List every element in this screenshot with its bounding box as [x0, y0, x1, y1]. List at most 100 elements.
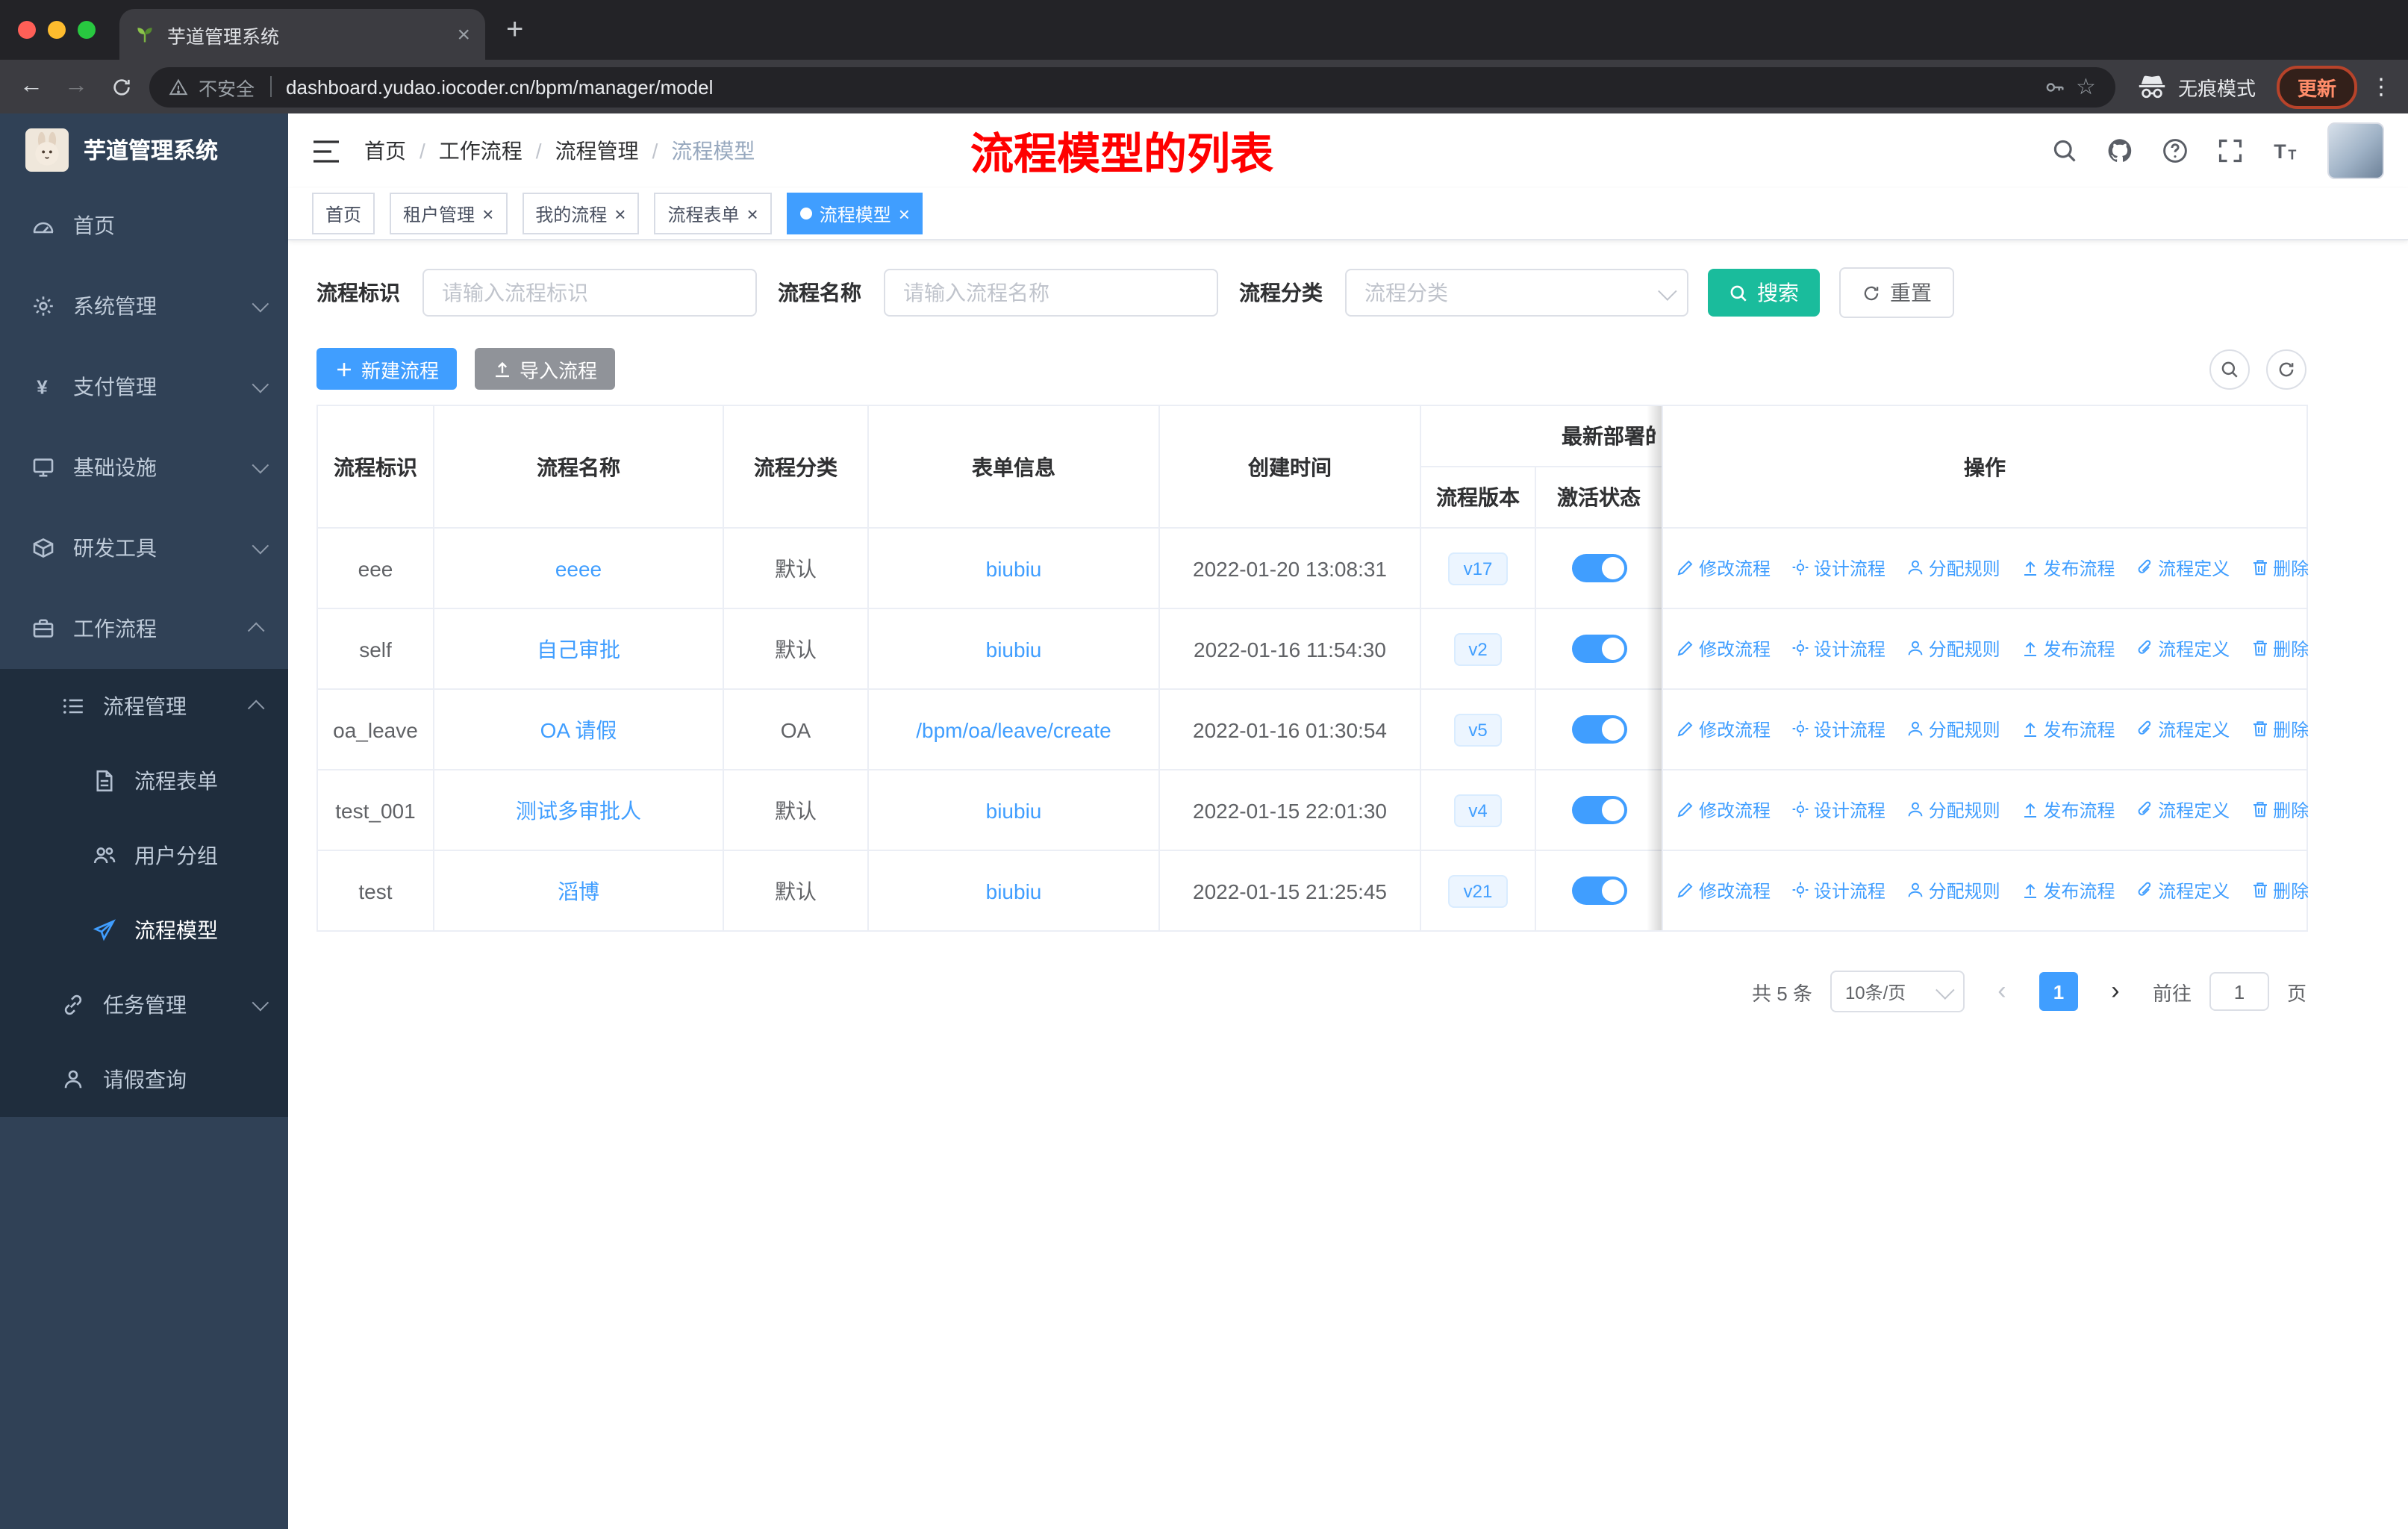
search-button[interactable]: 搜索 [1708, 269, 1820, 317]
model-name-link[interactable]: OA 请假 [540, 717, 617, 741]
new-tab-button[interactable]: + [506, 15, 523, 45]
url-text[interactable]: dashboard.yudao.iocoder.cn/bpm/manager/m… [286, 75, 713, 98]
delete-link[interactable]: 删除 [2251, 878, 2309, 903]
version-badge[interactable]: v21 [1448, 874, 1508, 907]
form-info-link[interactable]: biubiu [986, 798, 1042, 822]
tag-close-icon[interactable]: × [899, 204, 910, 223]
toggle-search-button[interactable] [2209, 349, 2250, 389]
tab-close-icon[interactable]: × [457, 23, 470, 46]
delete-link[interactable]: 删除 [2251, 717, 2309, 742]
security-label[interactable]: 不安全 [199, 72, 255, 101]
font-size-icon[interactable]: TT [2272, 137, 2299, 164]
version-badge[interactable]: v17 [1448, 552, 1508, 585]
process-category-select[interactable]: 流程分类 [1345, 269, 1688, 317]
sidebar-item-dev-tools[interactable]: 研发工具 [0, 508, 288, 588]
tag-close-icon[interactable]: × [614, 204, 626, 223]
sidebar-item-leave-query[interactable]: 请假查询 [0, 1042, 288, 1117]
import-process-button[interactable]: 导入流程 [475, 348, 616, 390]
tag-process-form[interactable]: 流程表单 × [654, 193, 772, 234]
forward-button[interactable]: → [60, 73, 93, 100]
assign-rule-link[interactable]: 分配规则 [1906, 636, 2000, 661]
process-definition-link[interactable]: 流程定义 [2136, 797, 2230, 823]
publish-process-link[interactable]: 发布流程 [2021, 555, 2115, 581]
version-badge[interactable]: v5 [1453, 713, 1503, 746]
sidebar-item-system-management[interactable]: 系统管理 [0, 266, 288, 346]
tag-process-model[interactable]: 流程模型 × [786, 193, 923, 234]
design-process-link[interactable]: 设计流程 [1791, 636, 1885, 661]
modify-process-link[interactable]: 修改流程 [1676, 555, 1771, 581]
model-name-link[interactable]: eeee [555, 556, 602, 580]
process-definition-link[interactable]: 流程定义 [2136, 636, 2230, 661]
process-name-input[interactable] [884, 269, 1218, 317]
sidebar-item-payment-management[interactable]: ¥ 支付管理 [0, 346, 288, 427]
goto-page-input[interactable] [2209, 972, 2269, 1011]
breadcrumb-item[interactable]: 工作流程 [439, 136, 523, 166]
assign-rule-link[interactable]: 分配规则 [1906, 878, 2000, 903]
version-badge[interactable]: v2 [1453, 632, 1503, 665]
help-icon[interactable] [2162, 137, 2189, 164]
model-name-link[interactable]: 测试多审批人 [516, 798, 641, 822]
form-info-link[interactable]: /bpm/oa/leave/create [916, 717, 1111, 741]
sidebar-item-home[interactable]: 首页 [0, 185, 288, 266]
tag-home[interactable]: 首页 [312, 193, 375, 234]
browser-menu-icon[interactable]: ⋮ [2369, 73, 2393, 100]
publish-process-link[interactable]: 发布流程 [2021, 878, 2115, 903]
status-toggle[interactable] [1571, 876, 1626, 905]
sidebar-toggle-icon[interactable] [312, 138, 340, 164]
refresh-table-button[interactable] [2266, 349, 2306, 389]
tag-close-icon[interactable]: × [482, 204, 493, 223]
github-icon[interactable] [2106, 137, 2133, 164]
version-badge[interactable]: v4 [1453, 794, 1503, 826]
window-zoom-button[interactable] [78, 21, 96, 39]
assign-rule-link[interactable]: 分配规则 [1906, 717, 2000, 742]
sidebar-item-process-form[interactable]: 流程表单 [0, 744, 288, 818]
reload-button[interactable] [105, 75, 137, 98]
modify-process-link[interactable]: 修改流程 [1676, 878, 1771, 903]
page-size-select[interactable]: 10条/页 [1830, 971, 1965, 1012]
publish-process-link[interactable]: 发布流程 [2021, 636, 2115, 661]
browser-tab[interactable]: 芋道管理系统 × [119, 9, 485, 60]
reset-button[interactable]: 重置 [1839, 267, 1954, 318]
design-process-link[interactable]: 设计流程 [1791, 555, 1885, 581]
assign-rule-link[interactable]: 分配规则 [1906, 797, 2000, 823]
delete-link[interactable]: 删除 [2251, 797, 2309, 823]
window-close-button[interactable] [18, 21, 36, 39]
tag-my-process[interactable]: 我的流程 × [522, 193, 640, 234]
next-page-button[interactable]: › [2096, 972, 2135, 1011]
assign-rule-link[interactable]: 分配规则 [1906, 555, 2000, 581]
breadcrumb-item[interactable]: 首页 [364, 136, 406, 166]
model-name-link[interactable]: 滔博 [558, 879, 599, 903]
back-button[interactable]: ← [15, 73, 48, 100]
search-icon[interactable] [2051, 137, 2078, 164]
form-info-link[interactable]: biubiu [986, 879, 1042, 903]
design-process-link[interactable]: 设计流程 [1791, 797, 1885, 823]
update-button[interactable]: 更新 [2276, 65, 2357, 108]
process-definition-link[interactable]: 流程定义 [2136, 878, 2230, 903]
tag-tenant-management[interactable]: 租户管理 × [390, 193, 508, 234]
publish-process-link[interactable]: 发布流程 [2021, 797, 2115, 823]
breadcrumb-item[interactable]: 流程管理 [555, 136, 639, 166]
page-number-button[interactable]: 1 [2039, 972, 2078, 1011]
design-process-link[interactable]: 设计流程 [1791, 717, 1885, 742]
modify-process-link[interactable]: 修改流程 [1676, 797, 1771, 823]
address-bar[interactable]: 不安全 dashboard.yudao.iocoder.cn/bpm/manag… [149, 66, 2115, 107]
sidebar-item-task-management[interactable]: 任务管理 [0, 968, 288, 1042]
sidebar-item-process-model[interactable]: 流程模型 [0, 893, 288, 968]
status-toggle[interactable] [1571, 554, 1626, 582]
status-toggle[interactable] [1571, 635, 1626, 663]
password-key-icon[interactable] [2043, 75, 2065, 98]
design-process-link[interactable]: 设计流程 [1791, 878, 1885, 903]
model-name-link[interactable]: 自己审批 [537, 637, 620, 661]
sidebar-item-process-management[interactable]: 流程管理 [0, 669, 288, 744]
process-definition-link[interactable]: 流程定义 [2136, 717, 2230, 742]
process-key-input[interactable] [422, 269, 757, 317]
form-info-link[interactable]: biubiu [986, 556, 1042, 580]
delete-link[interactable]: 删除 [2251, 555, 2309, 581]
delete-link[interactable]: 删除 [2251, 636, 2309, 661]
sidebar-item-workflow[interactable]: 工作流程 [0, 588, 288, 669]
sidebar-item-infrastructure[interactable]: 基础设施 [0, 427, 288, 508]
modify-process-link[interactable]: 修改流程 [1676, 636, 1771, 661]
process-definition-link[interactable]: 流程定义 [2136, 555, 2230, 581]
window-minimize-button[interactable] [48, 21, 66, 39]
status-toggle[interactable] [1571, 715, 1626, 744]
